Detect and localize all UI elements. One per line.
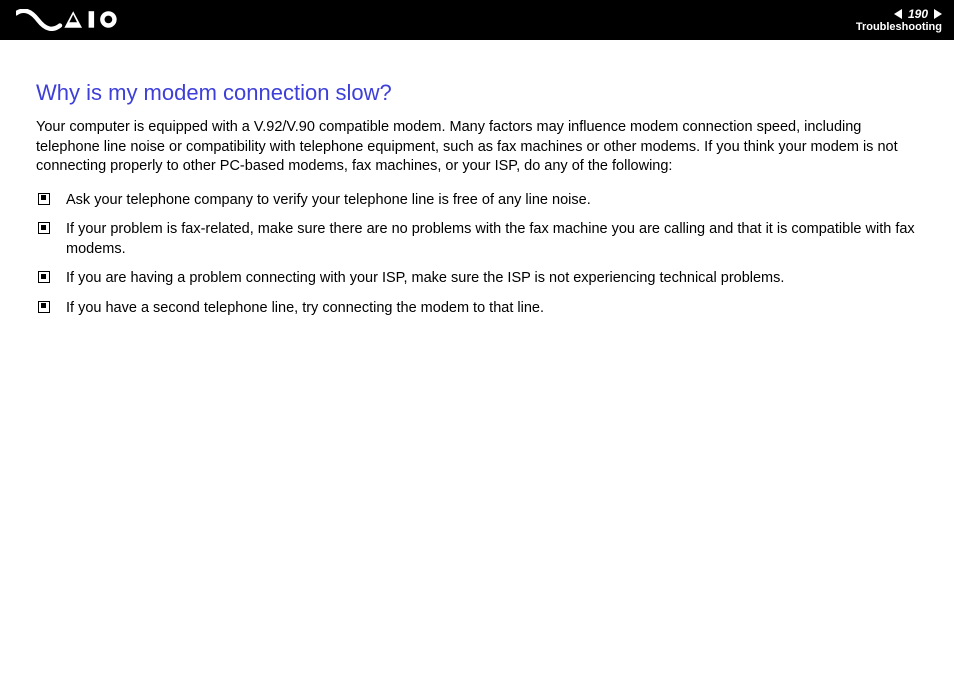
intro-paragraph: Your computer is equipped with a V.92/V.…	[36, 118, 922, 177]
list-item-text: If you have a second telephone line, try…	[66, 300, 544, 316]
bullet-list: Ask your telephone company to verify you…	[36, 191, 922, 329]
bullet-icon	[38, 301, 50, 313]
next-page-icon[interactable]	[934, 9, 942, 19]
header-right: 190 Troubleshooting	[856, 8, 942, 33]
list-item-text: Ask your telephone company to verify you…	[66, 192, 591, 208]
section-name: Troubleshooting	[856, 22, 942, 33]
bullet-icon	[38, 222, 50, 234]
prev-page-icon[interactable]	[894, 9, 902, 19]
list-item: If you are having a problem connecting w…	[36, 269, 922, 299]
vaio-logo	[16, 0, 137, 40]
header-bar: 190 Troubleshooting	[0, 0, 954, 40]
list-item: If you have a second telephone line, try…	[36, 299, 922, 329]
list-item: Ask your telephone company to verify you…	[36, 191, 922, 221]
bullet-icon	[38, 271, 50, 283]
list-item: If your problem is fax-related, make sur…	[36, 220, 922, 269]
list-item-text: If you are having a problem connecting w…	[66, 270, 784, 286]
page-number: 190	[908, 8, 928, 20]
bullet-icon	[38, 193, 50, 205]
page-title: Why is my modem connection slow?	[36, 80, 922, 106]
page-nav: 190	[856, 8, 942, 20]
page-content: Why is my modem connection slow? Your co…	[0, 40, 954, 329]
list-item-text: If your problem is fax-related, make sur…	[66, 221, 915, 257]
